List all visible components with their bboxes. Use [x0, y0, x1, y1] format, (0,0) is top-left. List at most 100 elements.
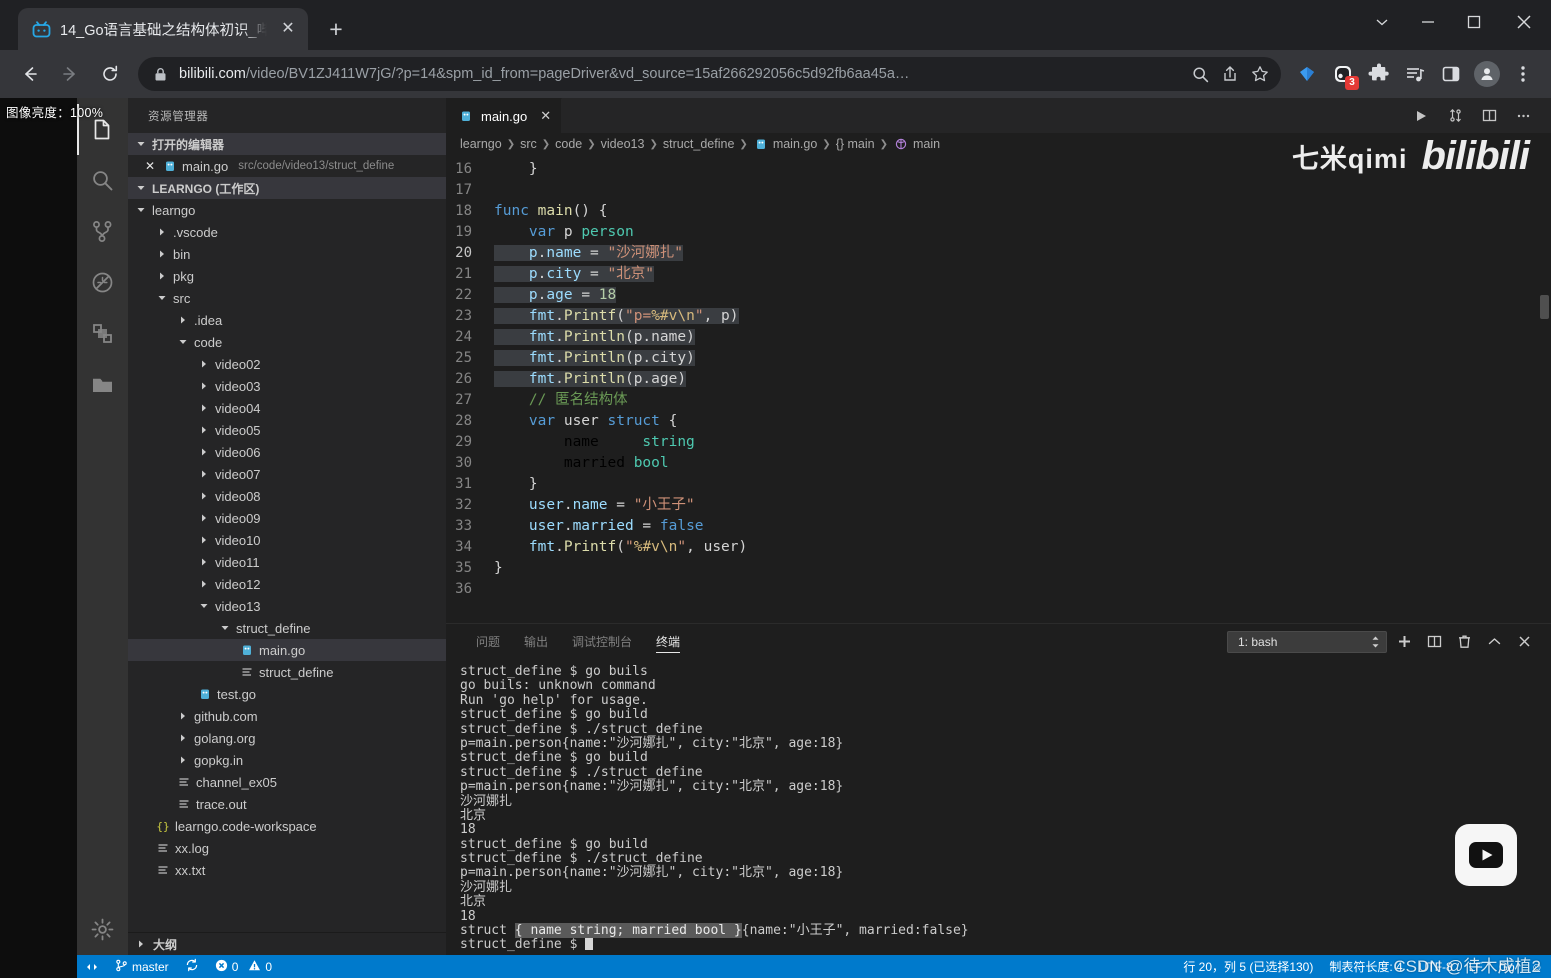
status-sync[interactable]	[177, 955, 207, 978]
panel-tab[interactable]: 终端	[644, 624, 692, 659]
tree-item[interactable]: video12	[128, 573, 446, 595]
tree-item[interactable]: .vscode	[128, 221, 446, 243]
code-line[interactable]: 31 }	[446, 474, 1551, 495]
tree-item[interactable]: video06	[128, 441, 446, 463]
outline-section-header[interactable]: 大纲	[128, 932, 446, 955]
tree-item[interactable]: learngo	[128, 199, 446, 221]
tree-item[interactable]: {} learngo.code-workspace	[128, 815, 446, 837]
tree-item[interactable]: video03	[128, 375, 446, 397]
video-player-area[interactable]: 图像亮度：100% 七米qimi bilibili 资源管理器 打开的编辑器 ✕…	[0, 98, 1551, 978]
panel-tab[interactable]: 输出	[512, 624, 560, 659]
extensions-puzzle-icon[interactable]	[1362, 57, 1396, 91]
breadcrumb[interactable]: learngo ❯ src ❯ code ❯ video13 ❯ struct_define ❯ m…	[446, 133, 1551, 155]
status-branch[interactable]: master	[107, 955, 177, 978]
forward-arrow-icon[interactable]	[52, 56, 88, 92]
star-icon[interactable]	[1245, 59, 1275, 89]
breadcrumb-item[interactable]: main.go	[753, 136, 817, 152]
code-line[interactable]: 28 var user struct {	[446, 411, 1551, 432]
extensions-icon[interactable]	[77, 308, 128, 359]
code-line[interactable]: 26 fmt.Println(p.age)	[446, 369, 1551, 390]
tree-item[interactable]: video05	[128, 419, 446, 441]
tree-item[interactable]: test.go	[128, 683, 446, 705]
tree-item[interactable]: video11	[128, 551, 446, 573]
code-line[interactable]: 34 fmt.Printf("%#v\n", user)	[446, 537, 1551, 558]
tree-item[interactable]: main.go	[128, 639, 446, 661]
browser-tab[interactable]: 14_Go语言基础之结构体初识_哔 ✕	[18, 8, 308, 50]
panel-tab[interactable]: 问题	[464, 624, 512, 659]
tree-item[interactable]: video09	[128, 507, 446, 529]
tree-item[interactable]: trace.out	[128, 793, 446, 815]
code-line[interactable]: 32 user.name = "小王子"	[446, 495, 1551, 516]
tree-item[interactable]: video07	[128, 463, 446, 485]
editor-tab-main-go[interactable]: main.go ✕	[446, 98, 563, 133]
terminal-output[interactable]: struct_define $ go buils go buils: unknow…	[446, 659, 1551, 955]
tree-item[interactable]: video10	[128, 529, 446, 551]
new-tab-button[interactable]: +	[320, 13, 352, 45]
close-window-icon[interactable]	[1497, 0, 1551, 44]
search-zoom-icon[interactable]	[1185, 59, 1215, 89]
minimize-icon[interactable]	[1405, 0, 1451, 44]
tree-item[interactable]: channel_ex05	[128, 771, 446, 793]
workspace-section-header[interactable]: LEARNGO (工作区)	[128, 177, 446, 199]
tree-item[interactable]: bin	[128, 243, 446, 265]
code-line[interactable]: 27 // 匿名结构体	[446, 390, 1551, 411]
tree-item[interactable]: .idea	[128, 309, 446, 331]
tree-item[interactable]: xx.txt	[128, 859, 446, 881]
breadcrumb-item[interactable]: struct_define	[663, 137, 735, 151]
breadcrumb-item[interactable]: {} main	[836, 137, 875, 151]
code-line[interactable]: 36	[446, 579, 1551, 600]
maximize-panel-icon[interactable]	[1481, 629, 1507, 655]
close-panel-icon[interactable]	[1511, 629, 1537, 655]
code-editor[interactable]: 16 } 17 18 func main() {19 var p person 20 p…	[446, 155, 1551, 623]
breadcrumb-item[interactable]: learngo	[460, 137, 502, 151]
code-line[interactable]: 18 func main() {	[446, 201, 1551, 222]
more-actions-icon[interactable]	[1509, 102, 1537, 130]
address-bar[interactable]: bilibili.com/video/BV1ZJ411W7jG/?p=14&sp…	[138, 57, 1281, 91]
kill-terminal-icon[interactable]	[1451, 629, 1477, 655]
reload-icon[interactable]	[92, 56, 128, 92]
code-line[interactable]: 19 var p person	[446, 222, 1551, 243]
breadcrumb-item[interactable]: video13	[601, 137, 645, 151]
side-panel-icon[interactable]	[1434, 57, 1468, 91]
code-line[interactable]: 16 }	[446, 159, 1551, 180]
tree-item[interactable]: struct_define	[128, 617, 446, 639]
tree-item[interactable]: src	[128, 287, 446, 309]
code-line[interactable]: 21 p.city = "北京"	[446, 264, 1551, 285]
new-terminal-icon[interactable]	[1391, 629, 1417, 655]
tree-item[interactable]: xx.log	[128, 837, 446, 859]
status-cursor-position[interactable]: 行 20，列 5 (已选择130)	[1175, 955, 1321, 978]
run-play-icon[interactable]	[1407, 102, 1435, 130]
close-icon[interactable]: ✕	[276, 17, 300, 41]
run-test-icon[interactable]	[1441, 102, 1469, 130]
status-remote-indicator[interactable]	[77, 955, 107, 978]
tree-item[interactable]: video04	[128, 397, 446, 419]
split-terminal-icon[interactable]	[1421, 629, 1447, 655]
editor-scrollbar[interactable]	[1540, 295, 1549, 319]
tree-item[interactable]: gopkg.in	[128, 749, 446, 771]
status-errors[interactable]: 0 0	[207, 955, 280, 978]
breadcrumb-item[interactable]: code	[555, 137, 582, 151]
run-debug-icon[interactable]	[77, 257, 128, 308]
puzzle-dark-extension-icon[interactable]: 3	[1326, 57, 1360, 91]
diamond-extension-icon[interactable]	[1290, 57, 1324, 91]
code-line[interactable]: 30 married bool	[446, 453, 1551, 474]
settings-gear-icon[interactable]	[77, 904, 128, 955]
tree-item[interactable]: pkg	[128, 265, 446, 287]
open-editors-section-header[interactable]: 打开的编辑器	[128, 133, 446, 155]
share-icon[interactable]	[1215, 59, 1245, 89]
tree-item[interactable]: video13	[128, 595, 446, 617]
breadcrumb-item[interactable]: main	[893, 136, 940, 152]
chevron-down-icon[interactable]	[1359, 0, 1405, 44]
code-line[interactable]: 33 user.married = false	[446, 516, 1551, 537]
code-line[interactable]: 25 fmt.Println(p.city)	[446, 348, 1551, 369]
remote-folder-icon[interactable]	[77, 359, 128, 410]
back-arrow-icon[interactable]	[12, 56, 48, 92]
code-line[interactable]: 20 p.name = "沙河娜扎"	[446, 243, 1551, 264]
file-tree[interactable]: learngo .vscode bin pkg src .idea code video02 v…	[128, 199, 446, 932]
split-editor-icon[interactable]	[1475, 102, 1503, 130]
panel-tab[interactable]: 调试控制台	[560, 624, 644, 659]
tree-item[interactable]: github.com	[128, 705, 446, 727]
profile-avatar-icon[interactable]	[1470, 57, 1504, 91]
tree-item[interactable]: video02	[128, 353, 446, 375]
terminal-selector[interactable]: 1: bash	[1227, 630, 1387, 653]
